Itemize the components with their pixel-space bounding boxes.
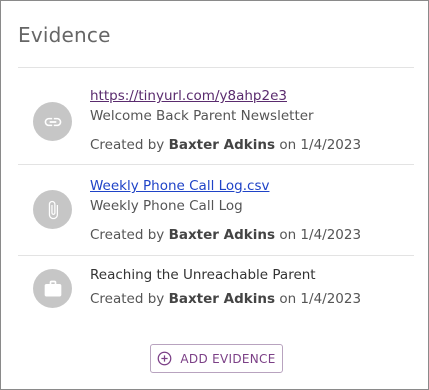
evidence-description: Welcome Back Parent Newsletter <box>90 108 314 124</box>
created-prefix: Created by <box>90 227 165 243</box>
created-by-line: Created by Baxter Adkins on 1/4/2023 <box>90 291 361 307</box>
created-date: on 1/4/2023 <box>279 291 362 307</box>
created-by-line: Created by Baxter Adkins on 1/4/2023 <box>90 137 361 153</box>
created-date: on 1/4/2023 <box>279 227 362 243</box>
created-date: on 1/4/2023 <box>279 137 362 153</box>
evidence-file-link[interactable]: Weekly Phone Call Log.csv <box>90 178 269 194</box>
author-name: Baxter Adkins <box>168 227 276 243</box>
evidence-title: Reaching the Unreachable Parent <box>90 267 316 283</box>
evidence-item: Reaching the Unreachable Parent Created … <box>18 256 414 326</box>
plus-circle-icon <box>157 351 172 366</box>
evidence-panel: Evidence https://tinyurl.com/y8ahp2e3 We… <box>0 0 429 390</box>
paperclip-icon <box>33 190 72 229</box>
panel-title: Evidence <box>18 23 111 47</box>
created-prefix: Created by <box>90 291 165 307</box>
author-name: Baxter Adkins <box>168 291 276 307</box>
briefcase-icon <box>33 269 72 308</box>
add-evidence-label: ADD EVIDENCE <box>180 351 276 366</box>
evidence-item: https://tinyurl.com/y8ahp2e3 Welcome Bac… <box>18 68 414 164</box>
author-name: Baxter Adkins <box>168 137 276 153</box>
created-prefix: Created by <box>90 137 165 153</box>
created-by-line: Created by Baxter Adkins on 1/4/2023 <box>90 227 361 243</box>
evidence-description: Weekly Phone Call Log <box>90 198 243 214</box>
evidence-link[interactable]: https://tinyurl.com/y8ahp2e3 <box>90 88 287 104</box>
evidence-item: Weekly Phone Call Log.csv Weekly Phone C… <box>18 165 414 255</box>
link-icon <box>33 102 72 141</box>
add-evidence-button[interactable]: ADD EVIDENCE <box>150 344 283 373</box>
